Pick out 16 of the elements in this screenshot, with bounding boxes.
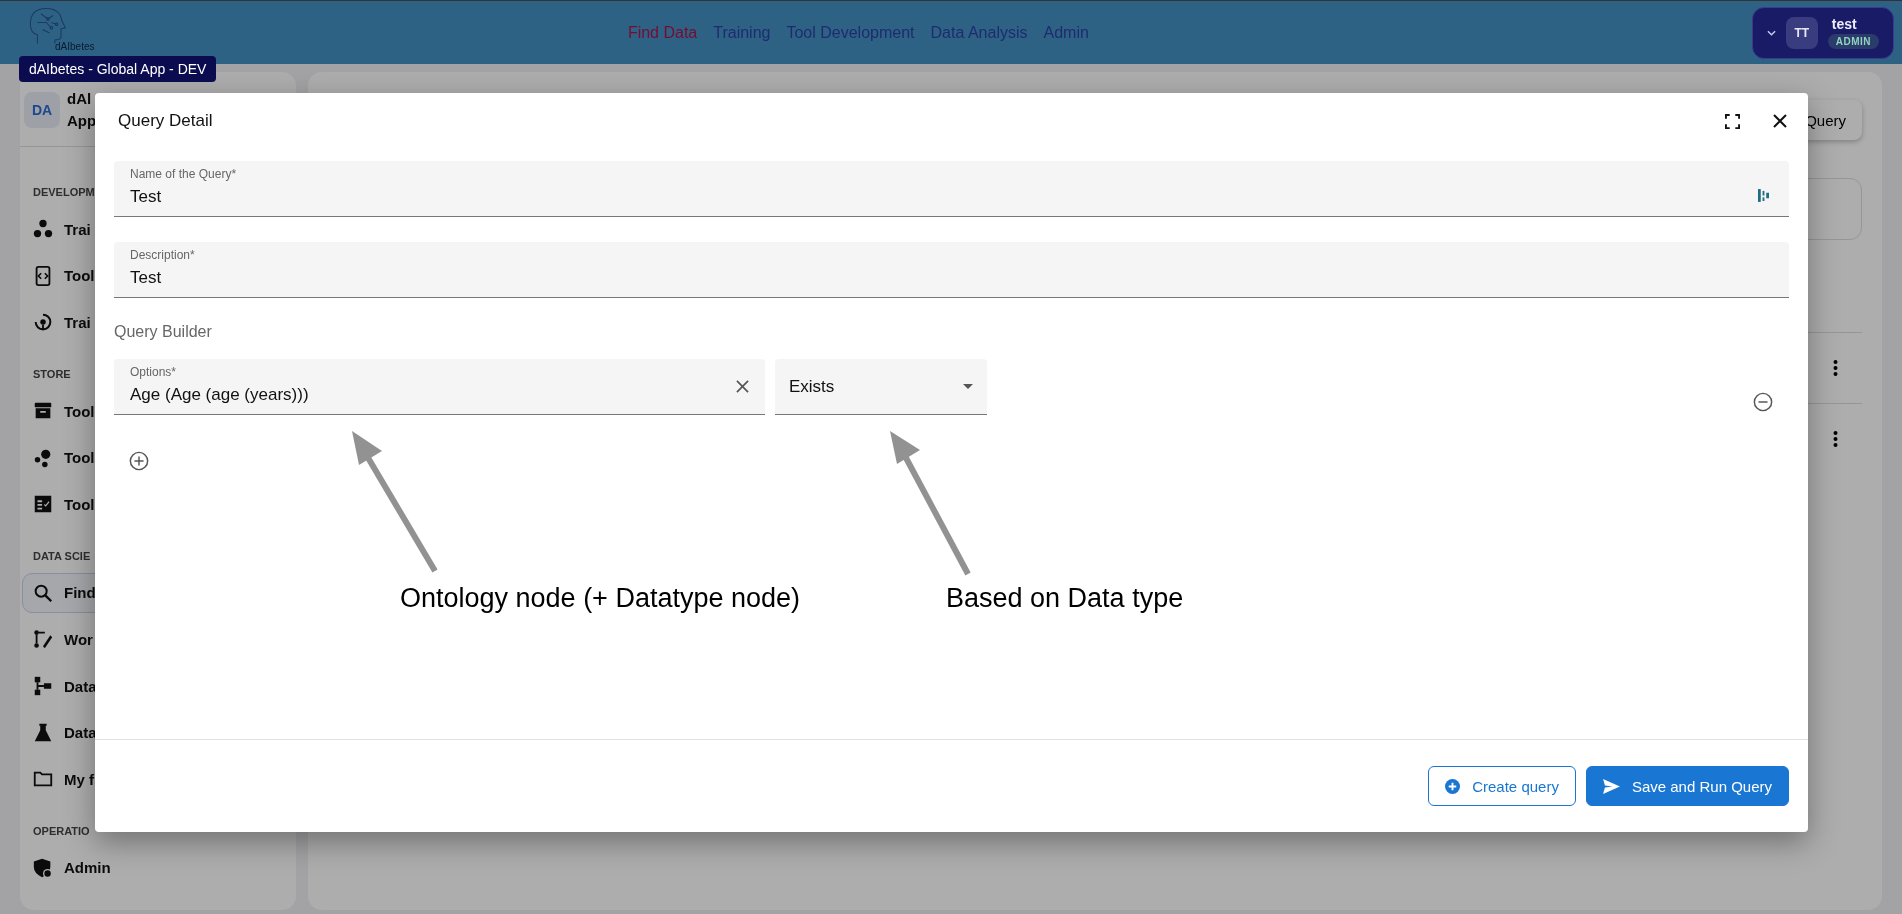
section-heading: STORE [32, 367, 72, 380]
user-name: test [1831, 16, 1857, 32]
section-heading: Query Builder [114, 323, 212, 341]
role-badge: ADMIN [1827, 34, 1879, 49]
section-heading: DEVELOPM [32, 185, 96, 198]
app-title: dAl [67, 89, 92, 109]
section-heading: DATA SCIE [32, 549, 92, 562]
app-avatar: DA [24, 92, 60, 128]
user-avatar: TT [1785, 16, 1818, 49]
logo-caption: dAIbetes [55, 40, 95, 52]
annotation-text: Based on Data type [946, 583, 1184, 614]
app-tooltip: dAIbetes - Global App - DEV [19, 56, 217, 82]
annotation-text: Ontology node (+ Datatype node) [400, 583, 801, 614]
section-heading: OPERATIO [32, 824, 91, 837]
dialog-title: Query Detail [118, 111, 213, 131]
app-title: App [67, 111, 97, 131]
